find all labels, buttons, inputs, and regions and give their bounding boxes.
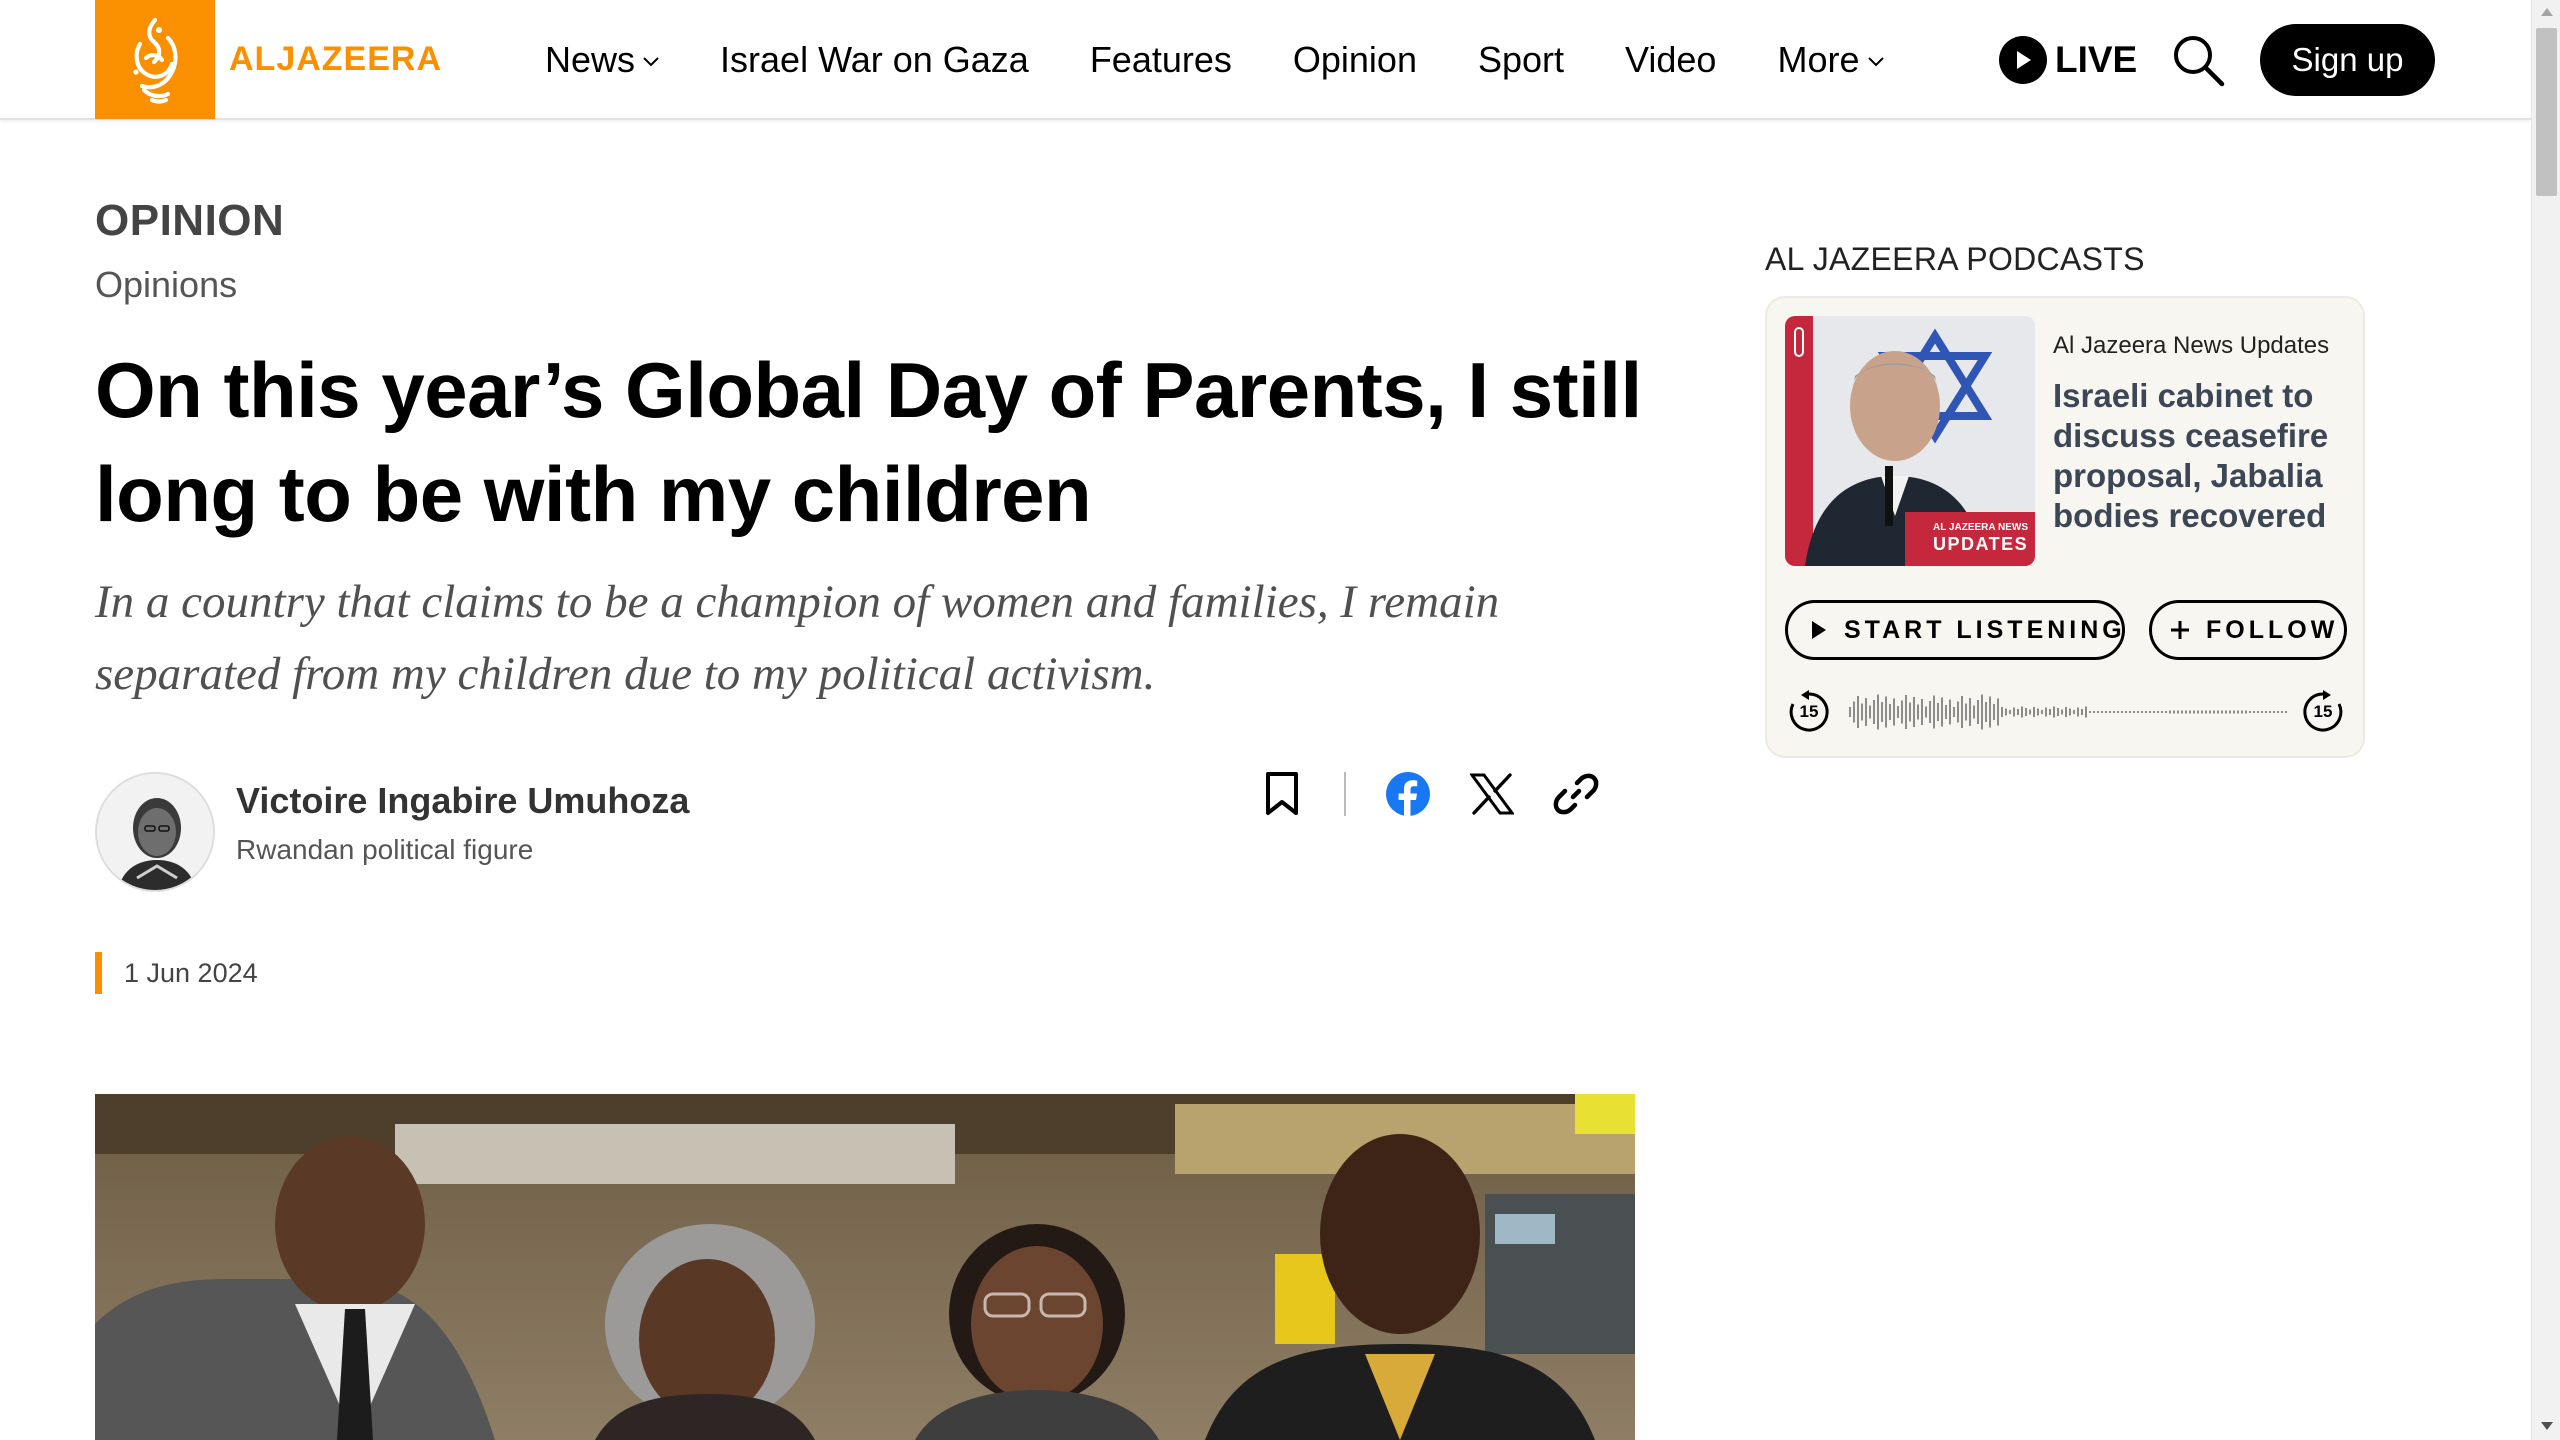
article-standfirst: In a country that claims to be a champio…	[95, 576, 1500, 700]
bookmark-icon[interactable]	[1258, 770, 1306, 818]
skip-forward-label: 15	[2313, 702, 2333, 721]
nav-item-label: Opinion	[1292, 39, 1417, 80]
nav-item-label: More	[1777, 39, 1860, 80]
thumb-badge-small: AL JAZEERA NEWS	[1933, 522, 2029, 533]
podcasts-heading: AL JAZEERA PODCASTS	[1765, 241, 2145, 277]
thumb-badge-large: UPDATES	[1933, 534, 2029, 554]
nav-item-label: News	[545, 39, 636, 80]
follow-label: FOLLOW	[2206, 615, 2339, 644]
sign-up-button[interactable]: Sign up	[2260, 24, 2435, 96]
author-role: Rwandan political figure	[236, 834, 534, 865]
start-listening-label: START LISTENING	[1844, 615, 2126, 644]
article-hero-image[interactable]	[95, 1094, 1635, 1440]
chevron-down-icon	[643, 57, 659, 67]
audio-waveform[interactable]	[1847, 690, 2287, 734]
aljazeera-logo-icon[interactable]	[95, 0, 215, 119]
nav-item-label: Features	[1089, 39, 1232, 80]
site-header: ALJAZEERA News Israel War on Gaza Featur…	[0, 0, 2531, 120]
podcast-episode-title[interactable]: Israeli cabinet to discuss ceasefire pro…	[2053, 376, 2343, 536]
nav-item-more[interactable]: More	[1777, 39, 1884, 81]
subsection-label[interactable]: Opinions	[95, 264, 237, 306]
scroll-down-arrow-icon[interactable]	[2541, 1422, 2553, 1430]
nav-item-sport[interactable]: Sport	[1478, 39, 1564, 81]
nav-item-israel-war-on-gaza[interactable]: Israel War on Gaza	[720, 39, 1029, 81]
podcast-card: AL JAZEERA NEWS UPDATES Al Jazeera News …	[1765, 296, 2365, 758]
nav-item-news[interactable]: News	[545, 39, 659, 81]
skip-back-label: 15	[1799, 702, 1819, 721]
publish-date: 1 Jun 2024	[95, 952, 258, 994]
skip-forward-15-icon[interactable]: 15	[2301, 690, 2345, 734]
x-icon[interactable]	[1468, 770, 1516, 818]
skip-back-15-icon[interactable]: 15	[1787, 690, 1831, 734]
live-label: LIVE	[2055, 39, 2138, 80]
play-icon	[1810, 620, 1828, 640]
publish-date-text: 1 Jun 2024	[124, 957, 258, 988]
nav-item-video[interactable]: Video	[1625, 39, 1716, 81]
nav-item-features[interactable]: Features	[1090, 39, 1232, 81]
plus-icon	[2170, 620, 2190, 640]
podcast-show-name[interactable]: Al Jazeera News Updates	[2053, 332, 2329, 360]
nav-item-label: Sport	[1477, 39, 1565, 80]
section-label[interactable]: OPINION	[95, 196, 284, 246]
follow-button[interactable]: FOLLOW	[2149, 600, 2347, 660]
start-listening-button[interactable]: START LISTENING	[1785, 600, 2125, 660]
page-scrollbar[interactable]	[2531, 0, 2560, 1440]
scrollbar-thumb[interactable]	[2536, 28, 2557, 196]
author-avatar[interactable]	[95, 772, 215, 892]
share-toolbar	[1258, 770, 1600, 818]
link-icon[interactable]	[1552, 770, 1600, 818]
date-accent-bar	[95, 952, 102, 994]
nav-item-label: Video	[1625, 39, 1717, 80]
share-divider	[1344, 772, 1346, 816]
scroll-up-arrow-icon[interactable]	[2541, 8, 2553, 16]
nav-item-opinion[interactable]: Opinion	[1293, 39, 1417, 81]
nav-item-label: Israel War on Gaza	[720, 39, 1029, 80]
author-name[interactable]: Victoire Ingabire Umuhoza	[236, 780, 689, 822]
podcast-episode-thumbnail[interactable]: AL JAZEERA NEWS UPDATES	[1785, 316, 2035, 566]
facebook-icon[interactable]	[1384, 770, 1432, 818]
main-nav: News Israel War on Gaza Features Opinion…	[545, 0, 1945, 120]
search-icon[interactable]	[2170, 32, 2226, 88]
live-button[interactable]: LIVE	[1999, 36, 2137, 84]
play-icon	[1999, 36, 2047, 84]
chevron-down-icon	[1867, 57, 1884, 67]
article-headline: On this year’s Global Day of Parents, I …	[95, 346, 1642, 538]
logo-wordmark[interactable]: ALJAZEERA	[229, 40, 442, 79]
